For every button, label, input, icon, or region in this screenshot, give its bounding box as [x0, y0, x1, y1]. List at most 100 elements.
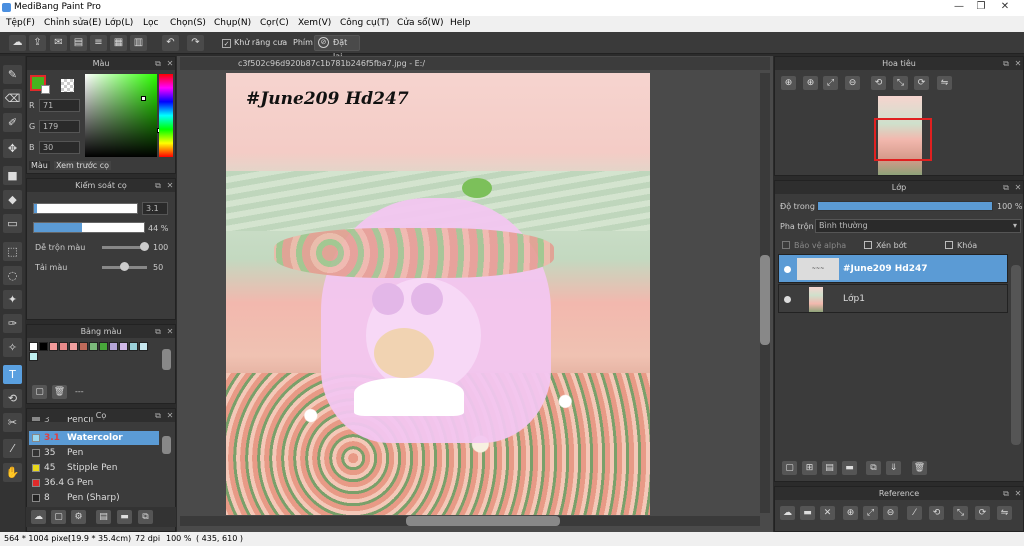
palette-swatch[interactable]: [99, 342, 108, 351]
select-pen-icon[interactable]: ✑: [3, 314, 22, 333]
menu-snap[interactable]: Chụp(N): [214, 18, 251, 28]
fit-icon[interactable]: ⤢: [823, 76, 838, 90]
background-color[interactable]: [41, 85, 50, 94]
close-window-button[interactable]: ✕: [994, 0, 1016, 14]
panel-float-icon[interactable]: ⧉: [153, 325, 163, 338]
rotate-left-icon[interactable]: ⟲: [871, 76, 886, 90]
blend-mode-select[interactable]: Bình thường ▾: [815, 219, 1021, 233]
hue-slider[interactable]: [159, 74, 173, 157]
divide-tool-icon[interactable]: ✂: [3, 413, 22, 432]
brush-settings-icon[interactable]: ⚙: [71, 510, 86, 524]
b-field[interactable]: 30: [39, 141, 80, 154]
palette-swatch[interactable]: [119, 342, 128, 351]
lasso-icon[interactable]: ◌: [3, 266, 22, 285]
layer-folder-icon[interactable]: ▬: [842, 461, 857, 475]
panel-float-icon[interactable]: ⧉: [153, 179, 163, 192]
palette-swatch[interactable]: [89, 342, 98, 351]
layer-row-layer1[interactable]: Lớp1: [778, 284, 1008, 313]
brush-tool-icon[interactable]: ✎: [3, 65, 22, 84]
grid-icon[interactable]: ▦: [110, 35, 127, 51]
brush-item-g-pen[interactable]: 36.4 G Pen: [29, 476, 159, 490]
artwork-canvas[interactable]: #June209 Hd247: [226, 73, 650, 515]
menu-select[interactable]: Chọn(S): [170, 18, 206, 28]
delete-palette-icon[interactable]: 🗑: [52, 385, 67, 399]
brush-item-pen[interactable]: 35 Pen: [29, 446, 159, 460]
upload-icon[interactable]: ⇪: [29, 35, 46, 51]
brush-size-value[interactable]: 3.1: [142, 202, 168, 215]
ref-fit-icon[interactable]: ⤢: [863, 506, 878, 520]
notes-icon[interactable]: ≡: [90, 35, 107, 51]
eraser-tool-icon[interactable]: ⌫: [3, 89, 22, 108]
panel-float-icon[interactable]: ⧉: [1001, 181, 1011, 194]
ref-rotate-right-icon[interactable]: ⟳: [975, 506, 990, 520]
protect-alpha-checkbox[interactable]: [782, 241, 790, 249]
menu-tools[interactable]: Công cụ(T): [340, 18, 389, 28]
hand-tool-icon[interactable]: ✋: [3, 463, 22, 482]
palette-swatch[interactable]: [79, 342, 88, 351]
palette-swatch[interactable]: [29, 352, 38, 361]
palette-swatch[interactable]: [39, 342, 48, 351]
operation-tool-icon[interactable]: ⟲: [3, 389, 22, 408]
lock-checkbox[interactable]: [945, 241, 953, 249]
brush-item-watercolor[interactable]: 3.1 Watercolor: [29, 431, 159, 445]
delete-layer-icon[interactable]: 🗑: [912, 461, 927, 475]
move-tool-icon[interactable]: ✥: [3, 139, 22, 158]
zoom-out-icon[interactable]: ⊖: [845, 76, 860, 90]
menu-layer[interactable]: Lớp(L): [105, 18, 133, 28]
brush-item-pen-sharp[interactable]: 8 Pen (Sharp): [29, 491, 159, 505]
redo-icon[interactable]: ↷: [187, 35, 204, 51]
reset-button[interactable]: ⊘ Đặt lại: [314, 35, 360, 61]
panel-close-icon[interactable]: ✕: [1013, 181, 1023, 194]
cloud-ref-icon[interactable]: ☁: [780, 506, 795, 520]
undo-icon[interactable]: ↶: [162, 35, 179, 51]
zoom-in-icon[interactable]: ⊕: [781, 76, 796, 90]
new-palette-icon[interactable]: ▢: [32, 385, 47, 399]
brush-opacity-slider[interactable]: [33, 222, 145, 233]
color-saturation-picker[interactable]: [85, 74, 162, 157]
select-rect-icon[interactable]: ⬚: [3, 242, 22, 261]
document-tab[interactable]: c3f502c96d920b87c1b781b246f5fba7.jpg - E…: [180, 57, 770, 70]
palette-swatch[interactable]: [29, 342, 38, 351]
new-layer-icon[interactable]: ▢: [782, 461, 797, 475]
panel-float-icon[interactable]: ⧉: [153, 57, 163, 70]
duplicate-layer-icon[interactable]: ⧉: [866, 461, 881, 475]
canvas-hscroll-thumb[interactable]: [406, 516, 560, 526]
tab-brush-preview[interactable]: Xem trước cọ: [54, 161, 112, 170]
palette-swatch[interactable]: [59, 342, 68, 351]
blend-slider-thumb[interactable]: [140, 242, 149, 251]
layer-row-text[interactable]: ~~~ #June209 Hd247: [778, 254, 1008, 283]
clip-checkbox[interactable]: [864, 241, 872, 249]
open-ref-icon[interactable]: ▬: [800, 506, 815, 520]
navigator-thumbnail[interactable]: [874, 96, 932, 175]
bucket-tool-icon[interactable]: ◆: [3, 190, 22, 209]
ref-eyedropper-icon[interactable]: ⁄: [907, 506, 922, 520]
g-field[interactable]: 179: [39, 120, 80, 133]
layer-copy-icon[interactable]: ▤: [822, 461, 837, 475]
eye-icon[interactable]: [784, 296, 791, 303]
palette-swatch[interactable]: [129, 342, 138, 351]
palette-swatch[interactable]: [69, 342, 78, 351]
cloud-brush-icon[interactable]: ☁: [31, 510, 46, 524]
menu-window[interactable]: Cửa sổ(W): [397, 18, 443, 28]
restore-button[interactable]: ❐: [970, 0, 992, 14]
brush-folder-icon[interactable]: ▬: [117, 510, 132, 524]
eyedropper-icon[interactable]: ⁄: [3, 439, 22, 458]
magic-wand-icon[interactable]: ✦: [3, 290, 22, 309]
new-layer-plus-icon[interactable]: ⊞: [802, 461, 817, 475]
panel-close-icon[interactable]: ✕: [1013, 57, 1023, 70]
menu-filter[interactable]: Lọc: [143, 18, 158, 28]
merge-layer-icon[interactable]: ⇓: [886, 461, 901, 475]
brush-copy-icon[interactable]: ▤: [96, 510, 111, 524]
panel-close-icon[interactable]: ✕: [165, 325, 175, 338]
chat-icon[interactable]: ✉: [50, 35, 67, 51]
menu-view[interactable]: Xem(V): [298, 18, 331, 28]
blend-slider[interactable]: [102, 242, 149, 251]
document-icon[interactable]: ▤: [70, 35, 87, 51]
panel-close-icon[interactable]: ✕: [1013, 487, 1023, 500]
eye-icon[interactable]: [784, 266, 791, 273]
gradient-tool-icon[interactable]: ▭: [3, 214, 22, 233]
brush-list-scrollbar[interactable]: [162, 436, 171, 454]
panel-close-icon[interactable]: ✕: [165, 57, 175, 70]
actual-size-icon[interactable]: ⤡: [893, 76, 908, 90]
cloud-icon[interactable]: ☁: [9, 35, 26, 51]
